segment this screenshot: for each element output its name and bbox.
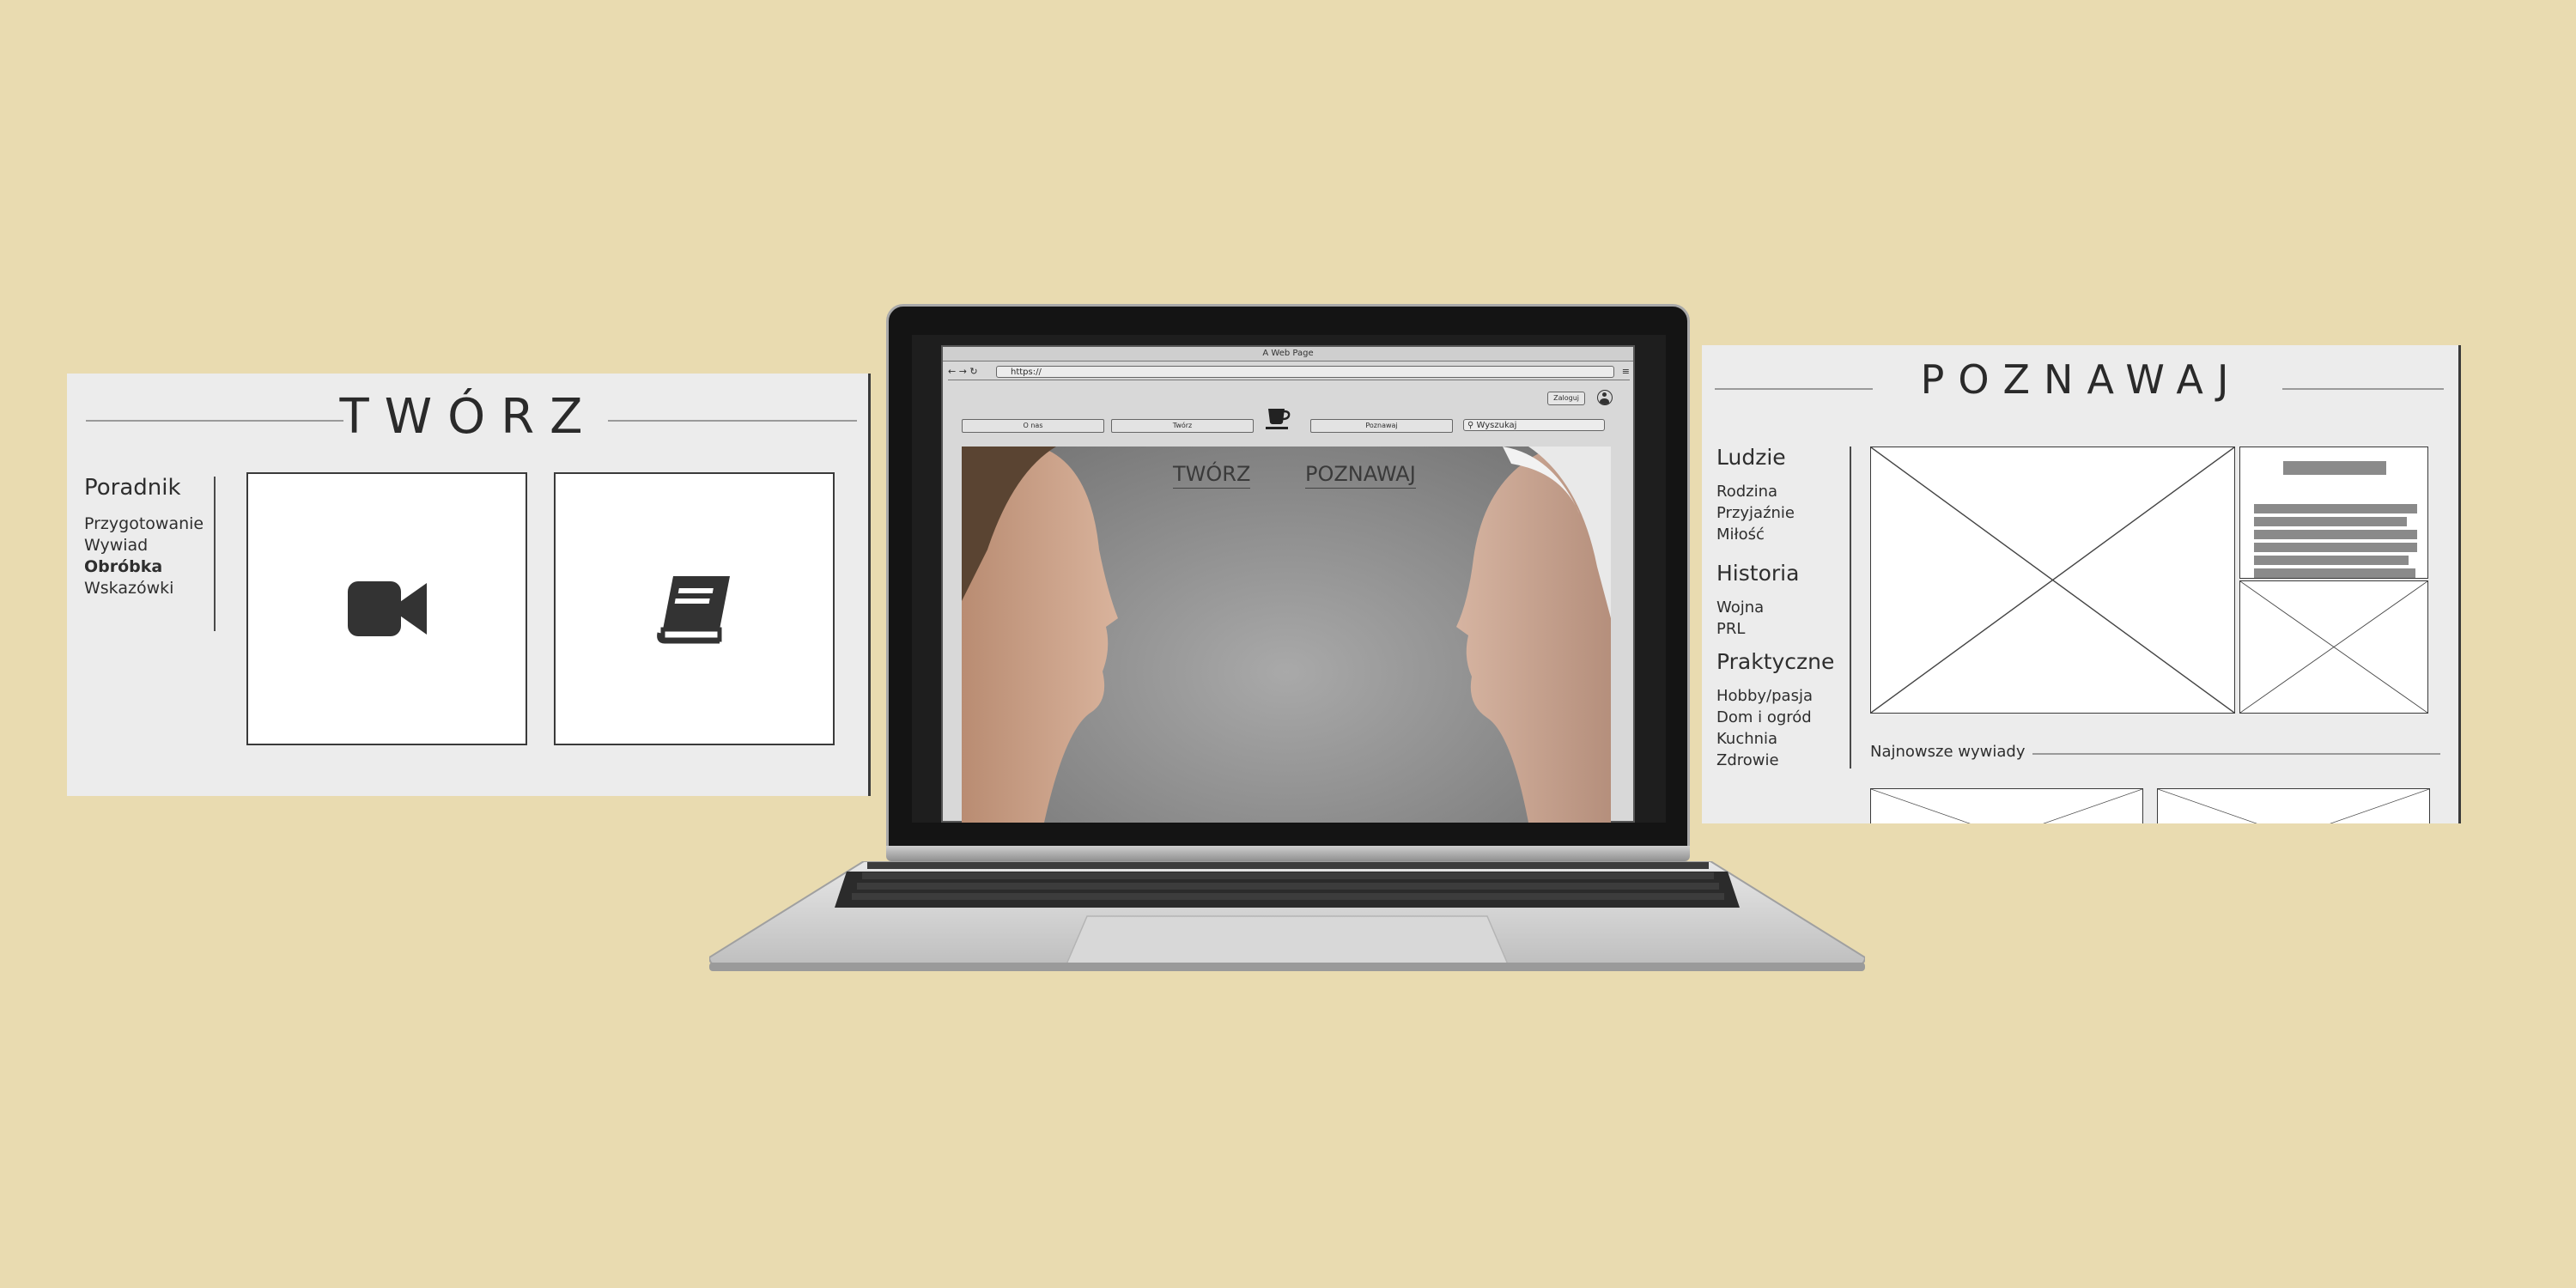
sidebar-item-wywiad[interactable]: Wywiad [84,535,204,556]
category-list-historia: Wojna PRL [1716,597,1764,640]
coffee-cup-icon[interactable] [1266,404,1291,433]
search-input[interactable]: ⚲ Wyszukaj [1463,419,1605,431]
placeholder-cross-icon [1871,789,2142,823]
back-forward-reload-icons[interactable]: ← → ↻ [948,366,978,377]
sidebar-divider [1850,447,1851,769]
hero-link-tworz[interactable]: TWÓRZ [1173,462,1251,489]
sidebar-item-obrobka[interactable]: Obróbka [84,556,204,578]
latest-interviews-rule [2032,753,2440,755]
window-title: A Web Page [943,347,1633,361]
category-item[interactable]: Rodzina [1716,481,1795,502]
keyboard [852,862,1724,900]
sidebar-item-przygotowanie[interactable]: Przygotowanie [84,513,204,535]
text-placeholder-lines [2254,504,2417,581]
nav-poznawaj[interactable]: Poznawaj [1310,419,1453,433]
category-item[interactable]: Hobby/pasja [1716,685,1813,707]
browser-window: A Web Page ← → ↻ https:// ≡ Zaloguj O na… [941,345,1635,823]
url-text: https:// [1011,368,1042,377]
menu-icon[interactable]: ≡ [1622,366,1630,377]
category-item[interactable]: Wojna [1716,597,1764,618]
two-faces-illustration [962,447,1611,823]
video-camera-icon [347,581,427,636]
category-item[interactable]: Kuchnia [1716,728,1813,750]
image-placeholder-small[interactable] [2239,580,2428,714]
category-list-ludzie: Rodzina Przyjaźnie Miłość [1716,481,1795,545]
hero-link-poznawaj[interactable]: POZNAWAJ [1305,462,1416,489]
user-icon[interactable] [1597,390,1613,405]
panel-title: TWÓRZ [339,389,598,445]
category-heading-praktyczne[interactable]: Praktyczne [1716,649,1834,674]
category-item[interactable]: Miłość [1716,524,1795,545]
interview-placeholder[interactable] [1870,788,2143,823]
category-item[interactable]: PRL [1716,618,1764,640]
category-item[interactable]: Przyjaźnie [1716,502,1795,524]
login-button[interactable]: Zaloguj [1547,392,1585,405]
nav-tworz[interactable]: Twórz [1111,419,1254,433]
sidebar-heading: Poradnik [84,475,181,501]
sidebar-list: Przygotowanie Wywiad Obróbka Wskazówki [84,513,204,599]
hero-image: TWÓRZ POZNAWAJ [962,447,1611,823]
sidebar-item-wskazowki[interactable]: Wskazówki [84,578,204,599]
address-bar-row: ← → ↻ https:// ≡ [948,366,1630,380]
search-placeholder: Wyszukaj [1476,421,1517,430]
category-list-praktyczne: Hobby/pasja Dom i ogród Kuchnia Zdrowie [1716,685,1813,771]
category-heading-ludzie[interactable]: Ludzie [1716,445,1786,470]
poznawaj-panel: POZNAWAJ Ludzie Rodzina Przyjaźnie Miłoś… [1702,345,2461,823]
category-item[interactable]: Zdrowie [1716,750,1813,771]
video-card[interactable] [246,472,527,745]
category-item[interactable]: Dom i ogród [1716,707,1813,728]
image-placeholder-large[interactable] [1870,447,2235,714]
nav-o-nas[interactable]: O nas [962,419,1104,433]
tworz-panel: TWÓRZ Poradnik Przygotowanie Wywiad Obró… [67,374,871,796]
category-heading-historia[interactable]: Historia [1716,561,1799,586]
book-card[interactable] [554,472,835,745]
placeholder-cross-icon [1871,447,2234,713]
book-icon [656,576,730,644]
text-placeholder-heading [2283,461,2386,475]
laptop-display: A Web Page ← → ↻ https:// ≡ Zaloguj O na… [912,335,1666,823]
placeholder-cross-icon [2158,789,2429,823]
url-field[interactable]: https:// [996,366,1614,378]
mockup-scene: TWÓRZ Poradnik Przygotowanie Wywiad Obró… [0,0,2576,1288]
latest-interviews-label: Najnowsze wywiady [1870,743,2026,761]
placeholder-cross-icon [2240,581,2427,713]
text-placeholder[interactable] [2239,447,2428,579]
panel-title: POZNAWAJ [1920,356,2243,403]
interview-placeholder[interactable] [2157,788,2430,823]
sidebar-divider [214,477,216,631]
